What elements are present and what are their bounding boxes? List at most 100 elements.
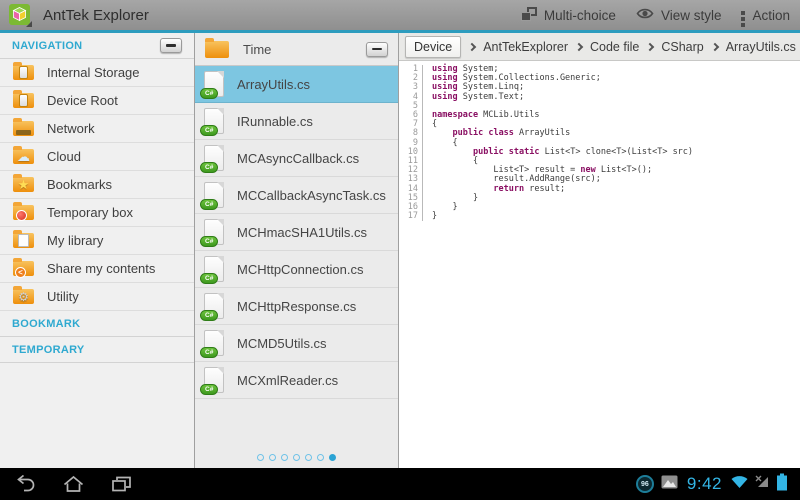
page-dot[interactable]: [257, 454, 264, 461]
sidebar-item-device-root[interactable]: Device Root: [0, 87, 194, 115]
view-style-button[interactable]: View style: [636, 7, 722, 23]
page-dot[interactable]: [305, 454, 312, 461]
line-number: 3: [399, 83, 423, 92]
file-name: MCAsyncCallback.cs: [237, 151, 359, 166]
line-number: 5: [399, 102, 423, 111]
line-number: 17: [399, 212, 423, 221]
file-panel-header: Time: [195, 33, 398, 66]
file-row-arrayutils-cs[interactable]: C#ArrayUtils.cs: [195, 66, 398, 103]
recent-apps-button[interactable]: [111, 475, 132, 493]
folder-icon: [205, 41, 229, 58]
breadcrumb-segment-csharp[interactable]: CSharp: [661, 40, 703, 54]
file-row-mcxmlreader-cs[interactable]: C#MCXmlReader.cs: [195, 362, 398, 399]
line-number: 6: [399, 111, 423, 120]
code-view[interactable]: 1using System;2using System.Collections.…: [399, 61, 800, 468]
sidebar-item-label: Bookmarks: [47, 177, 112, 192]
file-name: MCCallbackAsyncTask.cs: [237, 188, 386, 203]
app-logo-icon[interactable]: [8, 3, 33, 28]
back-button[interactable]: [14, 475, 36, 493]
file-row-mchmacsha1utils-cs[interactable]: C# MCHmacSHA1Utils.cs: [195, 214, 398, 251]
breadcrumb-segment-code-file[interactable]: Code file: [590, 40, 639, 54]
csharp-badge: C#: [200, 236, 218, 247]
sidebar-item-label: Device Root: [47, 93, 118, 108]
line-number: 8: [399, 129, 423, 138]
file-name: MCHttpConnection.cs: [237, 262, 363, 277]
sidebar-item-internal-storage[interactable]: Internal Storage: [0, 59, 194, 87]
screenshot-notification-icon: [661, 475, 678, 494]
anttek-explorer-app: AntTek Explorer Multi-choice View style Ac…: [0, 0, 800, 500]
code-line: 4using System.Text;: [399, 93, 800, 102]
sort-mode-label[interactable]: Time: [243, 42, 271, 57]
action-bar: AntTek Explorer Multi-choice View style Ac…: [0, 0, 800, 30]
page-dot[interactable]: [317, 454, 324, 461]
section-header-label: TEMPORARY: [12, 344, 85, 356]
section-header-label: NAVIGATION: [12, 40, 82, 52]
csharp-file-icon: C#: [204, 367, 224, 393]
battery-widget-icon: 96: [636, 475, 654, 493]
folder-star-icon: ★: [13, 177, 34, 192]
csharp-badge: C#: [200, 310, 218, 321]
clock: 9:42: [687, 474, 722, 494]
collapse-file-panel-button[interactable]: [366, 42, 388, 57]
folder-phone-icon: [13, 65, 34, 80]
wifi-icon: [731, 475, 748, 494]
file-row-irunnable-cs[interactable]: C#IRunnable.cs: [195, 103, 398, 140]
collapse-navigation-button[interactable]: [160, 38, 182, 53]
sidebar: NAVIGATION Internal Storage Device Root Net…: [0, 33, 195, 468]
file-row-mccallbackasynctask-cs[interactable]: C#MCCallbackAsyncTask.cs: [195, 177, 398, 214]
system-bar: 96 9:42: [0, 468, 800, 500]
overflow-icon: [741, 3, 745, 27]
sidebar-item-utility[interactable]: ⚙Utility: [0, 283, 194, 311]
actionbar-item-label: Multi-choice: [544, 8, 616, 23]
sidebar-item-label: Internal Storage: [47, 65, 140, 80]
csharp-badge: C#: [200, 125, 218, 136]
sidebar-item-bookmarks[interactable]: ★ Bookmarks: [0, 171, 194, 199]
csharp-badge: C#: [200, 88, 218, 99]
sidebar-item-label: Cloud: [47, 149, 81, 164]
code-line: 6namespace MCLib.Utils: [399, 111, 800, 120]
page-dot[interactable]: [269, 454, 276, 461]
page-dot[interactable]: [281, 454, 288, 461]
folder-share-icon: <: [13, 261, 34, 276]
breadcrumb-segment-anttekexplorer[interactable]: AntTekExplorer: [483, 40, 568, 54]
cell-signal-icon: [755, 475, 769, 493]
sidebar-item-my-library[interactable]: My library: [0, 227, 194, 255]
multi-choice-button[interactable]: Multi-choice: [521, 7, 616, 24]
sidebar-item-cloud[interactable]: ☁ Cloud: [0, 143, 194, 171]
file-row-mchttpresponse-cs[interactable]: C#MCHttpResponse.cs: [195, 288, 398, 325]
csharp-file-icon: C#: [204, 293, 224, 319]
sidebar-item-temporary-box[interactable]: Temporary box: [0, 199, 194, 227]
sidebar-item-share-my-contents[interactable]: < Share my contents: [0, 255, 194, 283]
sidebar-item-label: Share my contents: [47, 261, 155, 276]
folder-doc-icon: [13, 233, 34, 248]
line-number: 2: [399, 74, 423, 83]
csharp-file-icon: C#: [204, 108, 224, 134]
breadcrumb-segment-arrayutils-cs[interactable]: ArrayUtils.cs: [726, 40, 796, 54]
app-title: AntTek Explorer: [43, 7, 149, 24]
chevron-right-icon: [710, 42, 718, 50]
sidebar-item-network[interactable]: Network: [0, 115, 194, 143]
file-name: MCHmacSHA1Utils.cs: [237, 225, 367, 240]
action-button[interactable]: Action: [741, 3, 790, 27]
section-header-navigation: NAVIGATION: [0, 33, 194, 59]
minus-icon: [166, 44, 176, 47]
folder-cloud-icon: ☁: [13, 149, 34, 164]
csharp-badge: C#: [200, 384, 218, 395]
file-row-mcasynccallback-cs[interactable]: C#MCAsyncCallback.cs: [195, 140, 398, 177]
file-row-mcmd5utils-cs[interactable]: C#MCMD5Utils.cs: [195, 325, 398, 362]
breadcrumb-segment-device[interactable]: Device: [405, 36, 461, 58]
page-dot[interactable]: [293, 454, 300, 461]
page-indicator: [195, 454, 398, 461]
sidebar-item-label: My library: [47, 233, 103, 248]
code-line: 16 }: [399, 203, 800, 212]
file-row-mchttpconnection-cs[interactable]: C#MCHttpConnection.cs: [195, 251, 398, 288]
code-line: 8 public class ArrayUtils: [399, 129, 800, 138]
status-cluster[interactable]: 96 9:42: [636, 473, 788, 496]
page-dot[interactable]: [329, 454, 336, 461]
line-number: 1: [399, 65, 423, 74]
viewer-panel: Device AntTekExplorer Code file CSharp Array…: [399, 33, 800, 468]
breadcrumb: Device AntTekExplorer Code file CSharp Array…: [399, 33, 800, 61]
chevron-right-icon: [575, 42, 583, 50]
actionbar-item-label: Action: [752, 8, 790, 23]
home-button[interactable]: [63, 475, 84, 493]
